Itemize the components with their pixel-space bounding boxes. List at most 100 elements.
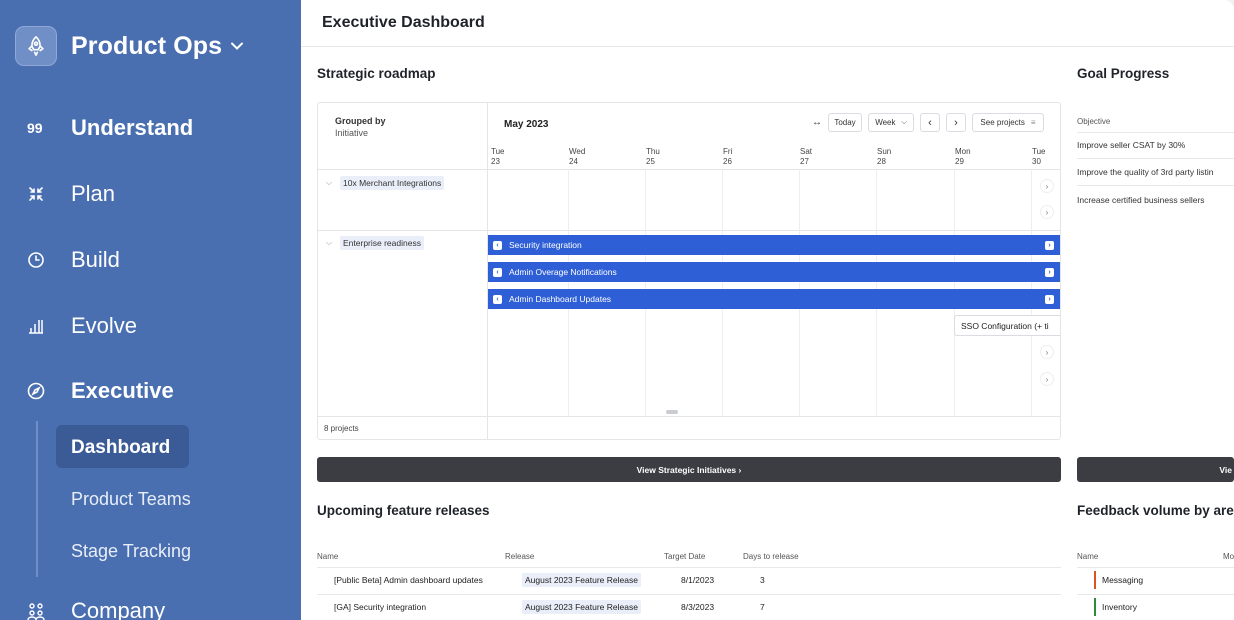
- sidebar: Product Ops 99 Understand Plan Build Evo…: [0, 0, 301, 620]
- feedback-area[interactable]: Inventory: [1102, 602, 1137, 612]
- column-header-name: Name: [317, 552, 339, 561]
- color-marker: [1094, 571, 1096, 589]
- roadmap-title: Strategic roadmap: [317, 66, 436, 81]
- project-count: 8 projects: [324, 424, 359, 433]
- workspace-switcher[interactable]: Product Ops: [15, 26, 244, 66]
- divider: [318, 169, 488, 170]
- day-header: Sat 27: [800, 147, 812, 167]
- day-date: 27: [800, 157, 809, 166]
- chevron-right-icon[interactable]: ›: [1040, 179, 1054, 193]
- chevron-right-icon: ›: [1045, 267, 1054, 277]
- roadmap-row-labels: Grouped by Initiative ⌵ 10x Merchant Int…: [318, 103, 488, 439]
- subnav-product-teams[interactable]: Product Teams: [71, 489, 191, 510]
- divider: [1077, 185, 1234, 186]
- day-date: 30: [1032, 157, 1041, 166]
- day-date: 24: [569, 157, 578, 166]
- goal-progress-title: Goal Progress: [1077, 66, 1170, 81]
- nav-plan[interactable]: Plan: [26, 181, 115, 207]
- chevron-right-icon[interactable]: ›: [1040, 345, 1054, 359]
- bar-label: Admin Dashboard Updates: [509, 294, 612, 304]
- group-row-enterprise-readiness[interactable]: ⌵ Enterprise readiness: [326, 236, 424, 250]
- roadmap-bar[interactable]: ‹ Admin Overage Notifications ›: [488, 262, 1060, 282]
- nav-understand-label: Understand: [71, 115, 194, 140]
- collapse-arrows-icon: [26, 184, 46, 204]
- view-goals-button[interactable]: Vie: [1077, 457, 1234, 482]
- day-header: Mon 29: [955, 147, 971, 167]
- day-header: Tue 23: [491, 147, 505, 167]
- day-header: Wed 24: [569, 147, 585, 167]
- nav-understand[interactable]: 99 Understand: [26, 115, 193, 141]
- nav-build-label: Build: [71, 247, 120, 272]
- workspace-name: Product Ops: [71, 31, 223, 60]
- divider: [1077, 594, 1234, 595]
- day-of-week: Mon: [955, 147, 971, 156]
- day-of-week: Sat: [800, 147, 813, 156]
- sso-configuration-card[interactable]: SSO Configuration (+ ti: [954, 315, 1060, 336]
- resize-handle[interactable]: [666, 410, 678, 414]
- nav-build[interactable]: Build: [26, 247, 120, 273]
- group-row-merchant-integrations[interactable]: ⌵ 10x Merchant Integrations: [326, 176, 445, 190]
- day-header: Tue 30: [1032, 147, 1046, 167]
- color-marker: [1094, 598, 1096, 616]
- group-label: Enterprise readiness: [340, 236, 424, 250]
- days-to-release: 3: [760, 575, 765, 585]
- column-header-release: Release: [505, 552, 535, 561]
- view-strategic-initiatives-button[interactable]: View Strategic Initiatives ›: [317, 457, 1061, 482]
- expand-icon[interactable]: ↔: [810, 113, 824, 132]
- nav-evolve[interactable]: Evolve: [26, 313, 137, 339]
- see-projects-button[interactable]: See projects ≡: [972, 113, 1044, 132]
- divider: [317, 594, 1061, 595]
- release-name[interactable]: [Public Beta] Admin dashboard updates: [334, 575, 483, 585]
- subnav-stage-tracking[interactable]: Stage Tracking: [71, 541, 191, 562]
- prev-week-button[interactable]: ‹: [920, 113, 940, 132]
- chevron-right-icon[interactable]: ›: [1040, 372, 1054, 386]
- day-of-week: Sun: [877, 147, 892, 156]
- chevron-down-icon: ⌵: [326, 178, 333, 187]
- nav-company[interactable]: Company: [26, 598, 165, 620]
- column-header-days: Days to release: [743, 552, 799, 561]
- target-date: 8/3/2023: [681, 602, 715, 612]
- chevron-left-icon: ‹: [493, 267, 502, 277]
- svg-text:99: 99: [27, 121, 43, 135]
- divider: [1077, 567, 1234, 568]
- day-of-week: Fri: [723, 147, 733, 156]
- divider: [317, 567, 1061, 568]
- target-date: 8/1/2023: [681, 575, 715, 585]
- divider: [1077, 158, 1234, 159]
- page-title: Executive Dashboard: [322, 14, 485, 31]
- divider: [488, 169, 1060, 170]
- chevron-right-icon: ›: [1045, 240, 1054, 250]
- roadmap-bar[interactable]: ‹ Security integration ›: [488, 235, 1060, 255]
- chevron-left-icon: ‹: [493, 294, 502, 304]
- chevron-right-icon[interactable]: ›: [1040, 205, 1054, 219]
- column-header-name: Name: [1077, 552, 1099, 561]
- goal-row[interactable]: Improve the quality of 3rd party listin: [1077, 167, 1214, 177]
- today-button[interactable]: Today: [828, 113, 862, 132]
- feedback-area[interactable]: Messaging: [1102, 575, 1143, 585]
- day-header: Fri 26: [723, 147, 732, 167]
- day-header: Thu 25: [646, 147, 660, 167]
- roadmap-bar[interactable]: ‹ Admin Dashboard Updates ›: [488, 289, 1060, 309]
- day-header: Sun 28: [877, 147, 891, 167]
- compass-icon: [26, 381, 46, 401]
- bar-chart-icon: [26, 316, 46, 336]
- divider: [318, 230, 488, 231]
- goal-row[interactable]: Improve seller CSAT by 30%: [1077, 140, 1185, 150]
- goal-row[interactable]: Increase certified business sellers: [1077, 195, 1205, 205]
- nav-plan-label: Plan: [71, 181, 116, 206]
- nav-executive[interactable]: Executive: [26, 378, 174, 404]
- subnav-dashboard[interactable]: Dashboard: [56, 425, 189, 468]
- grouped-by-value[interactable]: Initiative: [335, 128, 368, 138]
- week-select[interactable]: Week ⌵: [868, 113, 914, 132]
- column-header-month: Mo: [1223, 552, 1234, 561]
- release-name[interactable]: [GA] Security integration: [334, 602, 426, 612]
- rocket-icon: [15, 26, 57, 66]
- release-tag[interactable]: August 2023 Feature Release: [522, 573, 641, 587]
- divider: [488, 230, 1060, 231]
- nav-company-label: Company: [71, 598, 166, 620]
- next-week-button[interactable]: ›: [946, 113, 966, 132]
- day-of-week: Tue: [491, 147, 505, 156]
- bar-label: Admin Overage Notifications: [509, 267, 617, 277]
- release-tag[interactable]: August 2023 Feature Release: [522, 600, 641, 614]
- clock-icon: [26, 250, 46, 270]
